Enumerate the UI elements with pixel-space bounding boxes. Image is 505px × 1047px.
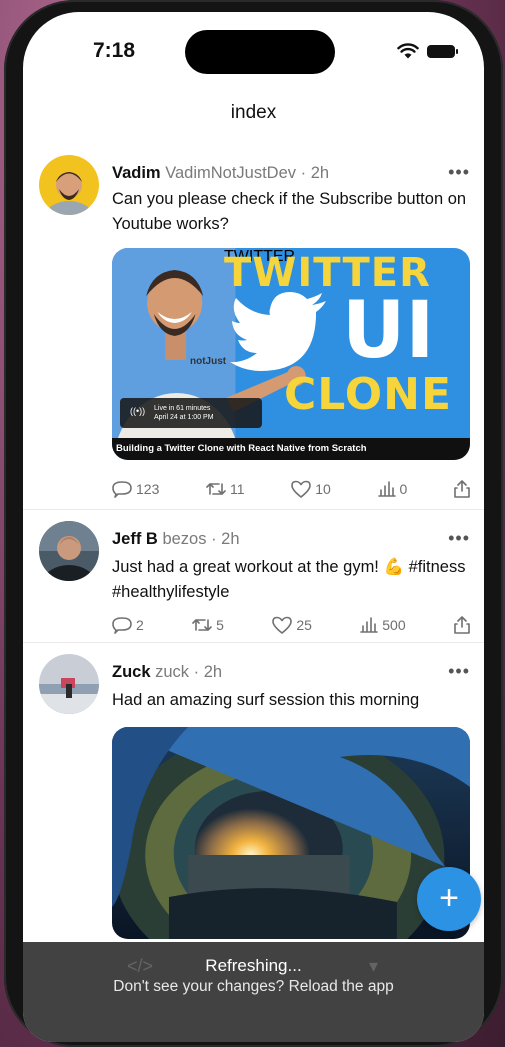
reply-count: 123 [136,481,160,497]
toast-title: Refreshing... [205,956,302,975]
dynamic-island [185,30,335,74]
impressions-count: 0 [399,481,408,497]
tweet-header: Vadim VadimNotJustDev · 2h ••• [112,162,470,183]
tweet-header: Jeff B bezos · 2h ••• [112,528,470,549]
app-screen: 7:18 index Vadim VadimNotJustDev · 2h ••… [23,12,484,1042]
tweet-actions: 123 11 10 0 [112,480,470,498]
user-handle[interactable]: VadimNotJustDev [165,164,296,182]
tweet-image[interactable]: TWITTER UI CLONE TWITTER notJust ((•)) L… [112,248,470,460]
video-caption: Building a Twitter Clone with React Nati… [112,438,470,460]
thumbnail-headline-1: TWITTER [224,250,431,296]
more-icon[interactable]: ••• [448,162,470,183]
impressions-icon [377,481,396,497]
twitter-bird-icon [230,292,326,371]
reply-button[interactable]: 2 [112,616,144,634]
reply-button[interactable]: 123 [112,480,159,498]
tweet-time: 2h [203,663,223,681]
reply-count: 2 [136,617,144,633]
page-title: index [230,102,277,123]
wifi-icon [397,43,419,59]
toast-message[interactable]: Don't see your changes? Reload the app [23,978,484,996]
user-name[interactable]: Vadim [112,164,161,182]
impressions-icon [360,617,379,633]
share-icon [454,616,470,634]
phone-frame: 7:18 index Vadim VadimNotJustDev · 2h ••… [4,0,503,1047]
reply-icon [112,481,132,498]
share-button[interactable] [454,480,470,498]
shirt-text: notJust [190,356,227,367]
thumbnail-headline-2: UI [342,286,435,376]
tweet-header: Zuck zuck · 2h ••• [112,661,470,682]
avatar[interactable] [39,521,99,581]
user-handle[interactable]: bezos [162,530,206,548]
user-name[interactable]: Zuck [112,663,151,681]
status-time: 7:18 [93,39,136,62]
tweet-item[interactable]: Jeff B bezos · 2h ••• Just had a great w… [23,510,484,643]
like-icon [291,480,312,498]
thumbnail-headline-3: CLONE [284,369,453,420]
plus-icon: + [439,879,459,917]
tweet-text: Can you please check if the Subscribe bu… [112,190,467,233]
more-icon[interactable]: ••• [448,661,470,682]
refresh-toast: </> ▾ Refreshing... Don't see your chang… [23,942,484,1042]
user-name[interactable]: Jeff B [112,530,158,548]
new-tweet-button[interactable]: + [417,867,481,931]
retweet-button[interactable]: 5 [192,617,224,633]
user-handle[interactable]: zuck [155,663,189,681]
retweet-icon [206,483,226,495]
retweet-count: 5 [216,617,224,633]
retweet-icon [192,619,212,631]
avatar[interactable] [39,654,99,714]
tweet-actions: 2 5 25 500 [112,616,470,634]
retweet-count: 11 [230,481,245,497]
tweet-text: Had an amazing surf session this morning [112,691,420,709]
avatar[interactable] [39,155,99,215]
like-icon [272,616,293,634]
impressions-count: 500 [382,617,406,633]
status-bar: 7:18 [23,12,484,92]
more-icon[interactable]: ••• [448,528,470,549]
share-icon [454,480,470,498]
impressions-button[interactable]: 0 [377,481,408,497]
like-button[interactable]: 25 [272,616,312,634]
tweet-item[interactable]: Zuck zuck · 2h ••• Had an amazing surf s… [23,643,484,943]
tweet-time: 2h [221,530,240,548]
live-icon: ((•)) [130,406,146,416]
tweet-feed[interactable]: Vadim VadimNotJustDev · 2h ••• Can you p… [23,142,484,943]
retweet-button[interactable]: 11 [206,481,245,497]
live-badge: ((•)) Live in 61 minutes April 24 at 1:0… [120,398,262,428]
tweet-item[interactable]: Vadim VadimNotJustDev · 2h ••• Can you p… [23,142,484,510]
share-button[interactable] [454,616,470,634]
battery-icon [427,45,458,58]
like-button[interactable]: 10 [291,480,331,498]
impressions-button[interactable]: 500 [360,617,406,633]
reply-icon [112,617,132,634]
tweet-time: 2h [310,164,330,182]
tweet-text: Just had a great workout at the gym! 💪 #… [112,558,466,601]
like-count: 25 [296,617,312,633]
like-count: 10 [315,481,331,497]
